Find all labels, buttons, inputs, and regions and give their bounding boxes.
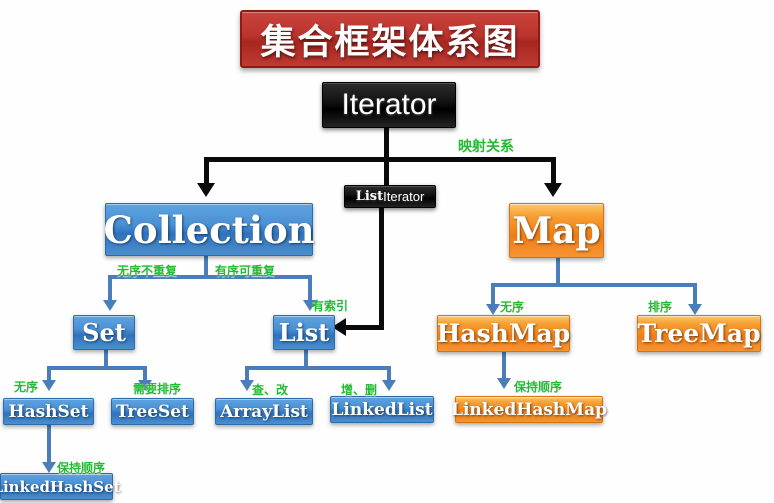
node-list[interactable]: List [273, 315, 335, 350]
connector-to-map [551, 157, 556, 185]
connector-hashset-to-linkedhashset [47, 425, 51, 465]
connector-list-stem [304, 350, 308, 367]
node-listiterator-label-bold: List [355, 189, 384, 204]
node-linkedhashmap-label: LinkedHashMap [451, 399, 607, 420]
connector-list-bus [245, 366, 391, 370]
node-map-label: Map [512, 209, 601, 252]
node-linkedhashset-label: LinkedHashSet [0, 477, 121, 496]
connector-to-map-arrow [544, 183, 562, 197]
node-arraylist[interactable]: ArrayList [215, 398, 313, 425]
connector-set-stem [104, 350, 108, 367]
connector-iterator-bus [204, 157, 556, 162]
connector-set-to-hashset-arrow [42, 380, 56, 391]
connector-map-bus [491, 283, 697, 287]
edge-label-iterator-to-map: 映射关系 [458, 139, 514, 155]
node-listiterator-label-rest: Iterator [383, 189, 425, 204]
connector-hashmap-to-linkedhashmap [502, 352, 506, 381]
diagram-canvas: 集合框架体系图 Iterator List Iterator Collectio… [0, 0, 774, 503]
node-set-label: Set [82, 318, 126, 347]
connector-collection-to-set [108, 275, 112, 302]
connector-set-bus [47, 366, 147, 370]
edge-label-hashset-to-linkedhashset: 保持顺序 [57, 461, 106, 475]
edge-label-map-to-treemap: 排序 [648, 300, 673, 314]
connector-collection-to-set-arrow [103, 300, 117, 311]
node-set[interactable]: Set [73, 315, 135, 350]
node-treemap-label: TreeMap [637, 319, 761, 348]
connector-map-to-hashmap [491, 283, 495, 306]
node-linkedhashmap[interactable]: LinkedHashMap [451, 396, 607, 423]
node-arraylist-label: ArrayList [220, 401, 308, 422]
edge-label-collection-to-set: 无序不重复 [117, 264, 178, 278]
node-hashmap[interactable]: HashMap [437, 315, 570, 352]
edge-label-collection-to-list: 有序可重复 [215, 264, 276, 278]
edge-label-set-to-treeset: 需要排序 [133, 382, 182, 396]
connector-map-to-treemap-arrow [688, 304, 702, 315]
node-listiterator[interactable]: List Iterator [344, 185, 436, 208]
node-hashset[interactable]: HashSet [3, 398, 94, 425]
node-hashset-label: HashSet [8, 401, 89, 422]
diagram-title: 集合框架体系图 [260, 21, 520, 63]
node-iterator-label: Iterator [341, 88, 437, 121]
connector-hashmap-to-linkedhashmap-arrow [497, 378, 511, 389]
connector-iterator-stem [384, 127, 389, 160]
edge-label-set-to-hashset: 无序 [14, 380, 39, 394]
connector-listiterator-to-list [346, 325, 384, 330]
node-linkedlist[interactable]: LinkedList [330, 396, 434, 423]
diagram-title-box: 集合框架体系图 [240, 10, 540, 68]
node-map[interactable]: Map [509, 203, 604, 258]
node-iterator[interactable]: Iterator [322, 82, 456, 128]
connector-map-to-hashmap-arrow [486, 304, 500, 315]
edge-label-listiterator-to-list: 有索引 [312, 299, 349, 313]
node-treemap[interactable]: TreeMap [637, 315, 761, 352]
node-list-label: List [278, 318, 330, 347]
node-treeset[interactable]: TreeSet [111, 398, 194, 425]
edge-label-hashmap-to-linkedhashmap: 保持顺序 [514, 380, 563, 394]
connector-iterator-to-listiterator [384, 157, 389, 187]
connector-listiterator-stem [379, 206, 384, 330]
edge-label-map-to-hashmap: 无序 [500, 300, 525, 314]
node-linkedhashset[interactable]: LinkedHashSet [0, 473, 121, 500]
node-linkedlist-label: LinkedList [331, 399, 433, 420]
connector-map-to-treemap [693, 283, 697, 306]
node-collection-label: Collection [103, 207, 315, 252]
connector-map-stem [556, 258, 560, 284]
connector-list-to-linkedlist-arrow [382, 380, 396, 391]
connector-to-collection-arrow [197, 183, 215, 197]
node-collection[interactable]: Collection [103, 203, 315, 256]
node-hashmap-label: HashMap [436, 319, 571, 348]
connector-to-collection [204, 157, 209, 185]
node-treeset-label: TreeSet [116, 401, 189, 422]
edge-label-list-to-linkedlist: 增、删 [341, 383, 378, 397]
edge-label-list-to-arraylist: 查、改 [252, 383, 289, 397]
connector-hashset-to-linkedhashset-arrow [42, 462, 56, 473]
